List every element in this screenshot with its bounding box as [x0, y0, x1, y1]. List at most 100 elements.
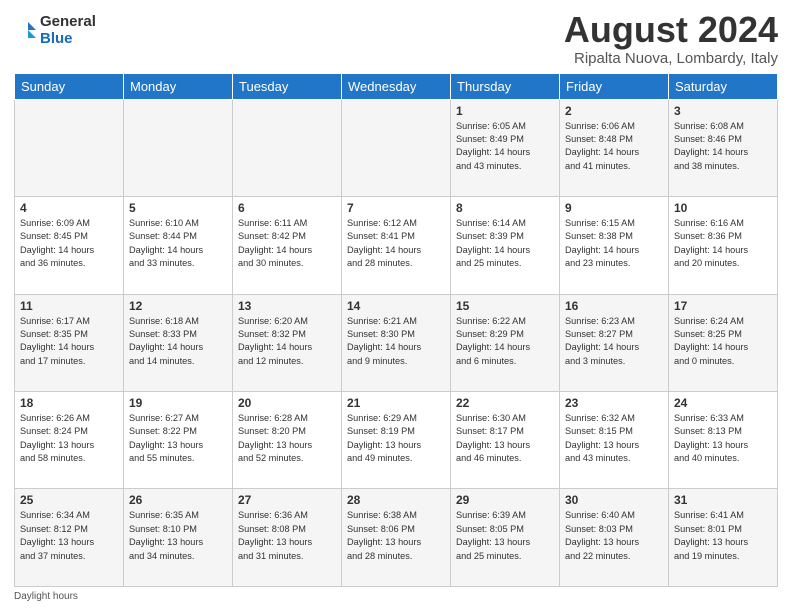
- calendar-cell: [124, 99, 233, 196]
- calendar-cell: 25Sunrise: 6:34 AM Sunset: 8:12 PM Dayli…: [15, 489, 124, 587]
- col-header-wednesday: Wednesday: [342, 73, 451, 99]
- day-number: 14: [347, 299, 445, 313]
- calendar-cell: 3Sunrise: 6:08 AM Sunset: 8:46 PM Daylig…: [669, 99, 778, 196]
- calendar-cell: 6 Sunrise: 6:11 AM Sunset: 8:42 PM Daylig…: [233, 197, 342, 294]
- col-header-saturday: Saturday: [669, 73, 778, 99]
- day-info: Sunrise: 6:26 AM Sunset: 8:24 PM Dayligh…: [20, 412, 118, 465]
- day-number: 22: [456, 396, 554, 410]
- location: Ripalta Nuova, Lombardy, Italy: [564, 50, 778, 67]
- day-info: Sunrise: 6:05 AM Sunset: 8:49 PM Dayligh…: [456, 120, 554, 173]
- calendar-cell: 16 Sunrise: 6:23 AM Sunset: 8:27 PM Dayli…: [560, 294, 669, 391]
- day-number: 9: [565, 201, 663, 215]
- day-info: Sunrise: 6:27 AM Sunset: 8:22 PM Dayligh…: [129, 412, 227, 465]
- day-info: Sunrise: 6:21 AM Sunset: 8:30 PM Dayligh…: [347, 315, 445, 368]
- calendar-cell: 30 Sunrise: 6:40 AM Sunset: 8:03 PM Dayli…: [560, 489, 669, 587]
- day-number: 27: [238, 493, 336, 507]
- day-number: 15: [456, 299, 554, 313]
- day-number: 21: [347, 396, 445, 410]
- calendar-cell: 26Sunrise: 6:35 AM Sunset: 8:10 PM Dayli…: [124, 489, 233, 587]
- calendar-cell: 8 Sunrise: 6:14 AM Sunset: 8:39 PM Daylig…: [451, 197, 560, 294]
- day-info: Sunrise: 6:22 AM Sunset: 8:29 PM Dayligh…: [456, 315, 554, 368]
- calendar-cell: 22 Sunrise: 6:30 AM Sunset: 8:17 PM Dayli…: [451, 392, 560, 489]
- day-number: 7: [347, 201, 445, 215]
- col-header-friday: Friday: [560, 73, 669, 99]
- day-number: 30: [565, 493, 663, 507]
- calendar-cell: 2 Sunrise: 6:06 AM Sunset: 8:48 PM Daylig…: [560, 99, 669, 196]
- day-number: 29: [456, 493, 554, 507]
- calendar-cell: 27Sunrise: 6:36 AM Sunset: 8:08 PM Dayli…: [233, 489, 342, 587]
- calendar-cell: 14 Sunrise: 6:21 AM Sunset: 8:30 PM Dayli…: [342, 294, 451, 391]
- day-info: Sunrise: 6:06 AM Sunset: 8:48 PM Dayligh…: [565, 120, 663, 173]
- calendar-cell: 1 Sunrise: 6:05 AM Sunset: 8:49 PM Daylig…: [451, 99, 560, 196]
- calendar-week-2: 4Sunrise: 6:09 AM Sunset: 8:45 PM Daylig…: [15, 197, 778, 294]
- day-info: Sunrise: 6:35 AM Sunset: 8:10 PM Dayligh…: [129, 509, 227, 562]
- day-number: 2: [565, 104, 663, 118]
- day-info: Sunrise: 6:23 AM Sunset: 8:27 PM Dayligh…: [565, 315, 663, 368]
- calendar-week-1: 1 Sunrise: 6:05 AM Sunset: 8:49 PM Daylig…: [15, 99, 778, 196]
- day-info: Sunrise: 6:11 AM Sunset: 8:42 PM Dayligh…: [238, 217, 336, 270]
- day-info: Sunrise: 6:12 AM Sunset: 8:41 PM Dayligh…: [347, 217, 445, 270]
- day-number: 20: [238, 396, 336, 410]
- logo-general: General: [40, 14, 96, 31]
- col-header-monday: Monday: [124, 73, 233, 99]
- col-header-tuesday: Tuesday: [233, 73, 342, 99]
- day-info: Sunrise: 6:20 AM Sunset: 8:32 PM Dayligh…: [238, 315, 336, 368]
- calendar-cell: 10Sunrise: 6:16 AM Sunset: 8:36 PM Dayli…: [669, 197, 778, 294]
- day-info: Sunrise: 6:30 AM Sunset: 8:17 PM Dayligh…: [456, 412, 554, 465]
- header: General Blue August 2024 Ripalta Nuova, …: [14, 10, 778, 67]
- calendar-cell: 9 Sunrise: 6:15 AM Sunset: 8:38 PM Daylig…: [560, 197, 669, 294]
- day-number: 8: [456, 201, 554, 215]
- day-info: Sunrise: 6:14 AM Sunset: 8:39 PM Dayligh…: [456, 217, 554, 270]
- calendar-cell: 21 Sunrise: 6:29 AM Sunset: 8:19 PM Dayli…: [342, 392, 451, 489]
- calendar-cell: 23Sunrise: 6:32 AM Sunset: 8:15 PM Dayli…: [560, 392, 669, 489]
- calendar-cell: [15, 99, 124, 196]
- calendar-table: SundayMondayTuesdayWednesdayThursdayFrid…: [14, 73, 778, 587]
- logo-blue: Blue: [40, 31, 96, 48]
- day-info: Sunrise: 6:18 AM Sunset: 8:33 PM Dayligh…: [129, 315, 227, 368]
- calendar-cell: 12Sunrise: 6:18 AM Sunset: 8:33 PM Dayli…: [124, 294, 233, 391]
- day-info: Sunrise: 6:10 AM Sunset: 8:44 PM Dayligh…: [129, 217, 227, 270]
- page: General Blue August 2024 Ripalta Nuova, …: [0, 0, 792, 612]
- footer-note: Daylight hours: [14, 591, 778, 602]
- day-number: 11: [20, 299, 118, 313]
- calendar-cell: 18 Sunrise: 6:26 AM Sunset: 8:24 PM Dayli…: [15, 392, 124, 489]
- day-number: 13: [238, 299, 336, 313]
- day-info: Sunrise: 6:38 AM Sunset: 8:06 PM Dayligh…: [347, 509, 445, 562]
- calendar-cell: 13 Sunrise: 6:20 AM Sunset: 8:32 PM Dayli…: [233, 294, 342, 391]
- calendar-week-4: 18 Sunrise: 6:26 AM Sunset: 8:24 PM Dayli…: [15, 392, 778, 489]
- day-info: Sunrise: 6:32 AM Sunset: 8:15 PM Dayligh…: [565, 412, 663, 465]
- calendar-cell: 31Sunrise: 6:41 AM Sunset: 8:01 PM Dayli…: [669, 489, 778, 587]
- day-number: 24: [674, 396, 772, 410]
- day-number: 1: [456, 104, 554, 118]
- daylight-label: Daylight hours: [14, 591, 78, 602]
- calendar-cell: [342, 99, 451, 196]
- day-number: 16: [565, 299, 663, 313]
- calendar-week-5: 25Sunrise: 6:34 AM Sunset: 8:12 PM Dayli…: [15, 489, 778, 587]
- day-info: Sunrise: 6:29 AM Sunset: 8:19 PM Dayligh…: [347, 412, 445, 465]
- calendar-cell: 11Sunrise: 6:17 AM Sunset: 8:35 PM Dayli…: [15, 294, 124, 391]
- day-info: Sunrise: 6:24 AM Sunset: 8:25 PM Dayligh…: [674, 315, 772, 368]
- col-header-thursday: Thursday: [451, 73, 560, 99]
- day-info: Sunrise: 6:09 AM Sunset: 8:45 PM Dayligh…: [20, 217, 118, 270]
- day-info: Sunrise: 6:33 AM Sunset: 8:13 PM Dayligh…: [674, 412, 772, 465]
- calendar-header-row: SundayMondayTuesdayWednesdayThursdayFrid…: [15, 73, 778, 99]
- calendar-cell: [233, 99, 342, 196]
- day-number: 10: [674, 201, 772, 215]
- day-number: 18: [20, 396, 118, 410]
- calendar-cell: 17 Sunrise: 6:24 AM Sunset: 8:25 PM Dayli…: [669, 294, 778, 391]
- day-number: 17: [674, 299, 772, 313]
- title-block: August 2024 Ripalta Nuova, Lombardy, Ita…: [564, 10, 778, 67]
- day-number: 5: [129, 201, 227, 215]
- calendar-cell: 15 Sunrise: 6:22 AM Sunset: 8:29 PM Dayli…: [451, 294, 560, 391]
- day-number: 6: [238, 201, 336, 215]
- day-info: Sunrise: 6:40 AM Sunset: 8:03 PM Dayligh…: [565, 509, 663, 562]
- day-info: Sunrise: 6:41 AM Sunset: 8:01 PM Dayligh…: [674, 509, 772, 562]
- logo: General Blue: [14, 14, 96, 47]
- calendar-cell: 28Sunrise: 6:38 AM Sunset: 8:06 PM Dayli…: [342, 489, 451, 587]
- calendar-cell: 24 Sunrise: 6:33 AM Sunset: 8:13 PM Dayli…: [669, 392, 778, 489]
- calendar-cell: 29Sunrise: 6:39 AM Sunset: 8:05 PM Dayli…: [451, 489, 560, 587]
- logo-icon: [14, 20, 36, 42]
- day-info: Sunrise: 6:15 AM Sunset: 8:38 PM Dayligh…: [565, 217, 663, 270]
- calendar-cell: 7 Sunrise: 6:12 AM Sunset: 8:41 PM Daylig…: [342, 197, 451, 294]
- day-number: 19: [129, 396, 227, 410]
